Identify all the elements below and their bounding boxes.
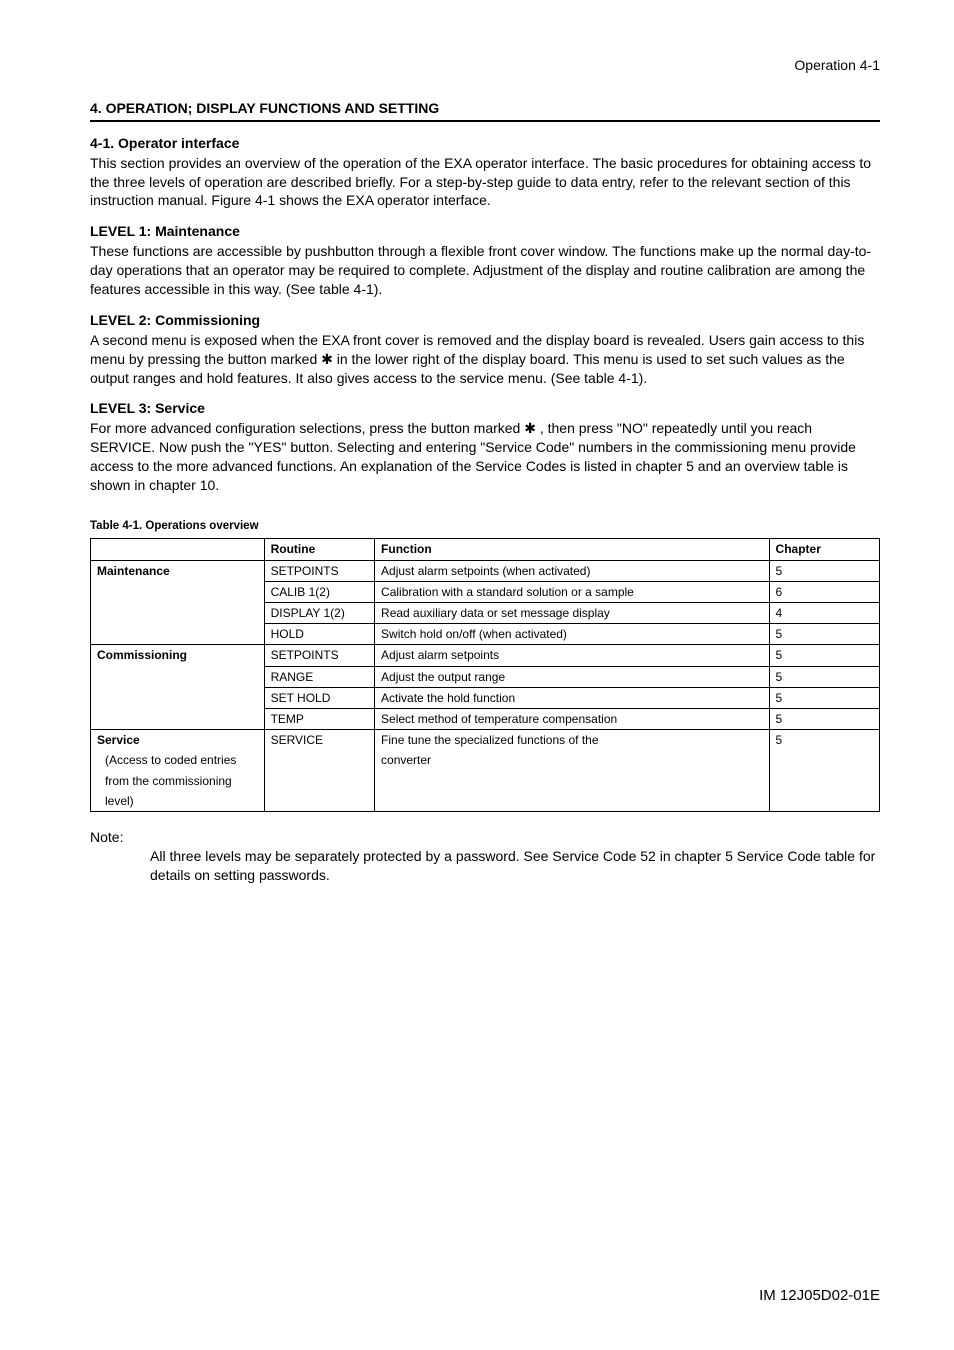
heading-level1: LEVEL 1: Maintenance [90, 222, 880, 241]
cell-level: Commissioning [91, 645, 265, 666]
heading-operator-interface: 4-1. Operator interface [90, 134, 880, 153]
cell-level [91, 624, 265, 645]
cell-function: Adjust alarm setpoints (when activated) [375, 560, 770, 581]
table-row: SET HOLD Activate the hold function 5 [91, 687, 880, 708]
cell-level-sub: level) [97, 793, 258, 809]
cell-routine: SET HOLD [264, 687, 374, 708]
table-row: Maintenance SETPOINTS Adjust alarm setpo… [91, 560, 880, 581]
th-routine: Routine [264, 539, 374, 560]
cell-routine: DISPLAY 1(2) [264, 603, 374, 624]
section-rule [90, 120, 880, 122]
cell-level [91, 708, 265, 729]
footer-doc-id: IM 12J05D02-01E [759, 1286, 880, 1306]
heading-level3: LEVEL 3: Service [90, 399, 880, 418]
cell-chapter: 5 [769, 730, 879, 751]
heading-level2: LEVEL 2: Commissioning [90, 311, 880, 330]
cell-function: Switch hold on/off (when activated) [375, 624, 770, 645]
cell-routine: SETPOINTS [264, 560, 374, 581]
cell-chapter: 5 [769, 666, 879, 687]
cell-routine [264, 750, 374, 770]
para-level2: A second menu is exposed when the EXA fr… [90, 331, 880, 388]
table-row: RANGE Adjust the output range 5 [91, 666, 880, 687]
note-text: All three levels may be separately prote… [150, 847, 880, 885]
cell-chapter [769, 750, 879, 770]
cell-routine: SETPOINTS [264, 645, 374, 666]
cell-level [91, 603, 265, 624]
cell-level [91, 687, 265, 708]
cell-function: Select method of temperature compensatio… [375, 708, 770, 729]
th-level [91, 539, 265, 560]
cell-level: (Access to coded entries [91, 750, 265, 770]
th-chapter: Chapter [769, 539, 879, 560]
cell-routine: RANGE [264, 666, 374, 687]
cell-function: Adjust the output range [375, 666, 770, 687]
table-row: TEMP Select method of temperature compen… [91, 708, 880, 729]
cell-function: Activate the hold function [375, 687, 770, 708]
cell-chapter: 6 [769, 581, 879, 602]
cell-level: Maintenance [91, 560, 265, 581]
cell-routine: TEMP [264, 708, 374, 729]
table-row: Service SERVICE Fine tune the specialize… [91, 730, 880, 751]
table-row: CALIB 1(2) Calibration with a standard s… [91, 581, 880, 602]
cell-function: Read auxiliary data or set message displ… [375, 603, 770, 624]
cell-routine [264, 791, 374, 812]
table-row: from the commissioning [91, 771, 880, 791]
cell-level [91, 581, 265, 602]
cell-function: Fine tune the specialized functions of t… [375, 730, 770, 751]
cell-routine [264, 771, 374, 791]
cell-chapter: 5 [769, 624, 879, 645]
table-row: DISPLAY 1(2) Read auxiliary data or set … [91, 603, 880, 624]
cell-level-sub: (Access to coded entries [97, 752, 258, 768]
table-row: Commissioning SETPOINTS Adjust alarm set… [91, 645, 880, 666]
cell-chapter: 4 [769, 603, 879, 624]
para-operator-interface: This section provides an overview of the… [90, 154, 880, 211]
table-row: (Access to coded entries converter [91, 750, 880, 770]
para-level3: For more advanced configuration selectio… [90, 419, 880, 495]
cell-routine: SERVICE [264, 730, 374, 751]
table-header-row: Routine Function Chapter [91, 539, 880, 560]
cell-function: Calibration with a standard solution or … [375, 581, 770, 602]
th-function: Function [375, 539, 770, 560]
operations-table: Routine Function Chapter Maintenance SET… [90, 538, 880, 811]
cell-level: level) [91, 791, 265, 812]
cell-chapter: 5 [769, 560, 879, 581]
cell-level-sub: from the commissioning [97, 773, 258, 789]
section-title: 4. OPERATION; DISPLAY FUNCTIONS AND SETT… [90, 99, 880, 118]
cell-function: converter [375, 750, 770, 770]
cell-function: Adjust alarm setpoints [375, 645, 770, 666]
table-row: level) [91, 791, 880, 812]
cell-chapter [769, 771, 879, 791]
cell-chapter: 5 [769, 645, 879, 666]
para-level1: These functions are accessible by pushbu… [90, 242, 880, 299]
table-row: HOLD Switch hold on/off (when activated)… [91, 624, 880, 645]
note-label: Note: [90, 828, 880, 847]
document-page: Operation 4-1 4. OPERATION; DISPLAY FUNC… [0, 0, 954, 1350]
cell-chapter [769, 791, 879, 812]
note-block: Note: All three levels may be separately… [90, 828, 880, 885]
cell-chapter: 5 [769, 687, 879, 708]
cell-chapter: 5 [769, 708, 879, 729]
page-label: Operation 4-1 [90, 56, 880, 75]
cell-routine: HOLD [264, 624, 374, 645]
cell-routine: CALIB 1(2) [264, 581, 374, 602]
cell-level [91, 666, 265, 687]
cell-function [375, 771, 770, 791]
table-caption: Table 4-1. Operations overview [90, 519, 880, 535]
cell-level: from the commissioning [91, 771, 265, 791]
cell-function [375, 791, 770, 812]
cell-level: Service [91, 730, 265, 751]
